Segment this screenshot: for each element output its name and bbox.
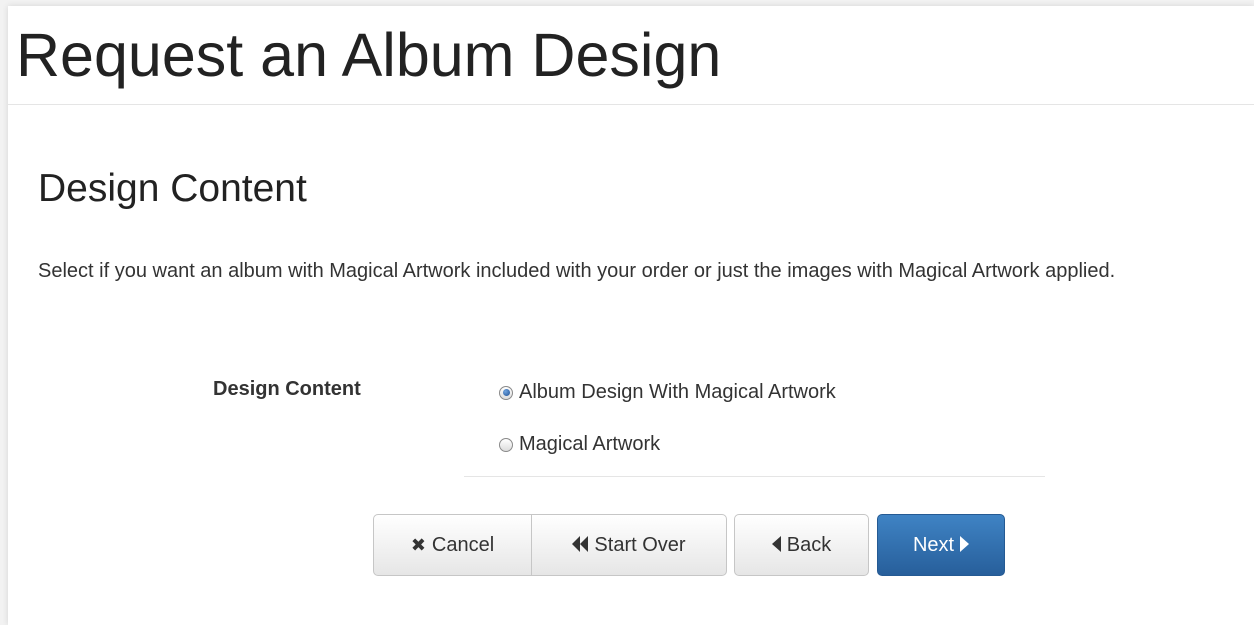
back-button[interactable]: Back — [734, 514, 869, 576]
section-description: Select if you want an album with Magical… — [38, 260, 1116, 282]
title-divider — [8, 104, 1254, 105]
form-divider — [464, 476, 1045, 477]
start-over-button[interactable]: Start Over — [531, 514, 727, 576]
radio-unselected-icon[interactable] — [499, 437, 513, 452]
radio-selected-icon[interactable] — [499, 385, 513, 400]
radio-option-album-design[interactable]: Album Design With Magical Artwork — [499, 381, 836, 404]
cancel-button-label: Cancel — [431, 533, 495, 556]
caret-left-icon — [771, 535, 781, 555]
start-over-button-label: Start Over — [594, 533, 686, 556]
next-button[interactable]: Next — [877, 514, 1005, 576]
next-button-label: Next — [912, 533, 955, 556]
design-content-label: Design Content — [213, 378, 361, 400]
cancel-button[interactable]: ✖ Cancel — [373, 514, 532, 576]
caret-right-icon — [960, 535, 970, 555]
page-title: Request an Album Design — [16, 21, 722, 89]
radio-option-label: Album Design With Magical Artwork — [519, 381, 836, 403]
radio-option-label: Magical Artwork — [519, 433, 661, 455]
radio-option-magical-artwork[interactable]: Magical Artwork — [499, 433, 660, 456]
back-button-label: Back — [786, 533, 832, 556]
close-icon: ✖ — [410, 535, 426, 555]
fast-backward-icon — [572, 535, 589, 555]
section-title: Design Content — [38, 167, 307, 210]
